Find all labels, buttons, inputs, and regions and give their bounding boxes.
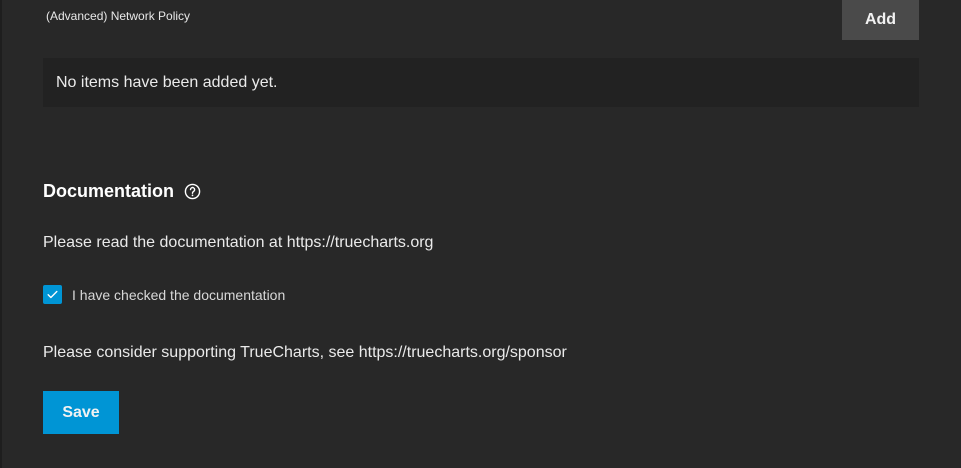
save-button[interactable]: Save	[43, 391, 119, 434]
documentation-heading: Documentation	[43, 181, 201, 202]
sponsor-text: Please consider supporting TrueCharts, s…	[43, 344, 567, 361]
documentation-title: Documentation	[43, 181, 175, 201]
help-circle-icon[interactable]	[184, 183, 201, 200]
documentation-checked-row[interactable]: I have checked the documentation	[43, 285, 285, 304]
form-panel: (Advanced) Network Policy Add No items h…	[2, 0, 961, 468]
documentation-checked-checkbox[interactable]	[43, 285, 62, 304]
documentation-checked-label[interactable]: I have checked the documentation	[72, 287, 285, 303]
add-network-policy-button[interactable]: Add	[842, 0, 919, 40]
empty-list-message: No items have been added yet.	[56, 73, 278, 91]
network-policy-label: (Advanced) Network Policy	[46, 9, 191, 23]
documentation-read-text: Please read the documentation at https:/…	[43, 234, 434, 251]
network-policy-list: No items have been added yet.	[43, 58, 919, 107]
checkmark-icon	[47, 290, 58, 299]
